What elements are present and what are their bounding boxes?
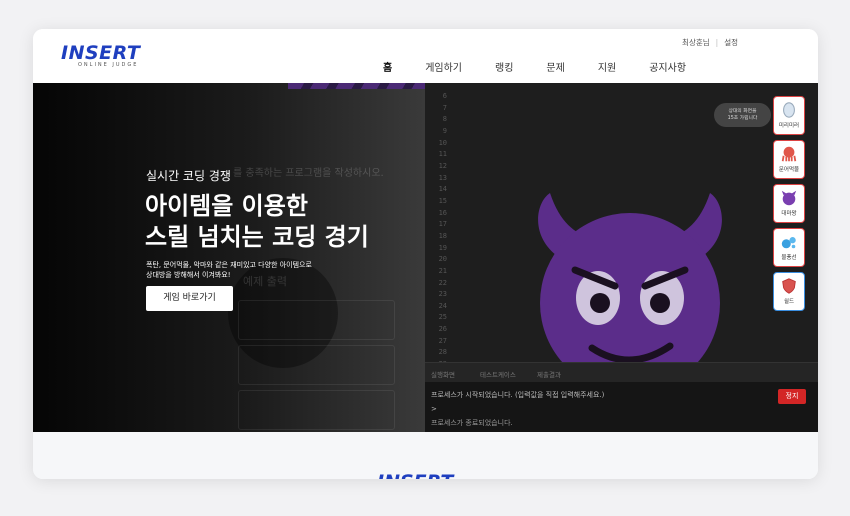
line-numbers: 6 7 8 9 10 11 12 13 14 15 16 17 18 19 20 21 22 23 24 25 26 27… — [425, 91, 447, 371]
line-number: 26 — [438, 325, 447, 334]
hero-title: 아이템을 이용한 스릴 넘치는 코딩 경기 — [145, 191, 369, 253]
nav-home[interactable]: 홈 — [383, 59, 392, 74]
line-number: 21 — [438, 266, 447, 275]
nav-problems[interactable]: 문제 — [546, 59, 564, 74]
tooltip-line: 15초 가립니다 — [727, 116, 758, 121]
browser-card: INSERT ONLINE JUDGE 최상훈님 | 설정 홈 게임하기 랭킹 … — [33, 29, 818, 479]
item-devil[interactable]: 대마왕 — [773, 184, 805, 223]
console-line: 프로세스가 시작되었습니다. (입력값을 직접 입력해주세요.) — [431, 391, 605, 399]
item-water-balloon[interactable]: 물풍선 — [773, 228, 805, 267]
line-number: 27 — [438, 336, 447, 345]
line-number: 13 — [438, 173, 447, 182]
hero-banner: 를 충족하는 프로그램을 작성하시오. 예제 출력 6 7 8 9 10 11 12 13 14… — [33, 83, 818, 432]
line-number: 22 — [438, 278, 447, 287]
devil-icon — [781, 190, 797, 206]
nav-support[interactable]: 지원 — [598, 59, 616, 74]
item-label: 물풍선 — [781, 255, 797, 261]
line-number: 16 — [438, 208, 447, 217]
main-nav: 홈 게임하기 랭킹 문제 지원 공지사항 — [383, 59, 686, 74]
hero-desc-line: 상대방을 방해해서 이겨봐요! — [146, 271, 231, 279]
bottom-logo: INSERT — [377, 471, 453, 479]
hero-desc-line: 폭탄, 문어먹물, 악마와 같은 재미있고 다양한 아이템으로 — [146, 261, 312, 269]
site-header: INSERT ONLINE JUDGE 최상훈님 | 설정 홈 게임하기 랭킹 … — [33, 29, 818, 83]
item-mirror[interactable]: 미리미러 — [773, 96, 805, 135]
bottom-section: INSERT — [33, 432, 818, 479]
site-logo[interactable]: INSERT — [61, 42, 140, 64]
stop-button[interactable]: 정지 — [778, 389, 806, 404]
background-box — [238, 300, 395, 340]
logo-subtitle: ONLINE JUDGE — [78, 62, 139, 68]
nav-ranking[interactable]: 랭킹 — [495, 59, 513, 74]
line-number: 8 — [442, 115, 447, 124]
item-label: 문어먹물 — [778, 167, 800, 173]
play-game-button[interactable]: 게임 바로가기 — [146, 286, 233, 311]
line-number: 15 — [438, 196, 447, 205]
console-output: 프로세스가 시작되었습니다. (입력값을 직접 입력해주세요.) > 프로세스가… — [425, 382, 818, 432]
shield-icon — [782, 278, 796, 294]
tooltip-line: 상대의 화면을 — [728, 109, 757, 114]
hero-description: 폭탄, 문어먹물, 악마와 같은 재미있고 다양한 아이템으로 상대방을 방해해… — [146, 260, 312, 280]
line-number: 25 — [438, 313, 447, 322]
console-prompt: > — [431, 405, 437, 413]
line-number: 28 — [438, 348, 447, 357]
hero-title-line: 스릴 넘치는 코딩 경기 — [145, 223, 369, 251]
hero-title-line: 아이템을 이용한 — [145, 192, 308, 220]
background-problem-text: 를 충족하는 프로그램을 작성하시오. — [233, 168, 384, 179]
editor-panel: 6 7 8 9 10 11 12 13 14 15 16 17 18 19 20 21 22 23 24 25 26 27… — [425, 83, 818, 432]
tab-test-cases[interactable]: 테스트케이스 — [480, 369, 516, 379]
item-shield[interactable]: 쉴드 — [773, 272, 805, 311]
background-box — [238, 390, 395, 430]
item-octopus-ink[interactable]: 문어먹물 — [773, 140, 805, 179]
hero-subtitle: 실시간 코딩 경쟁 — [146, 169, 231, 183]
settings-link[interactable]: 설정 — [724, 37, 738, 48]
nav-play-game[interactable]: 게임하기 — [425, 59, 462, 74]
line-number: 20 — [438, 255, 447, 264]
line-number: 19 — [438, 243, 447, 252]
item-tooltip: 상대의 화면을 15초 가립니다 — [714, 103, 771, 127]
item-label: 쉴드 — [783, 299, 795, 305]
hero-left-panel: 를 충족하는 프로그램을 작성하시오. 예제 출력 — [33, 83, 425, 432]
item-label: 미리미러 — [778, 123, 800, 129]
line-number: 23 — [438, 290, 447, 299]
utility-links: 최상훈님 | 설정 — [682, 37, 738, 48]
tab-run-screen[interactable]: 실행화면 — [431, 369, 455, 379]
mirror-icon — [783, 102, 795, 118]
line-number: 14 — [438, 185, 447, 194]
console-line: 프로세스가 종료되었습니다. — [431, 419, 513, 427]
tab-submit-result[interactable]: 제출결과 — [537, 369, 561, 379]
line-number: 6 — [442, 92, 447, 100]
line-number: 24 — [438, 301, 447, 310]
line-number: 9 — [442, 126, 447, 135]
item-label: 대마왕 — [781, 211, 797, 217]
background-box — [238, 345, 395, 385]
util-divider: | — [715, 38, 719, 47]
line-number: 17 — [438, 220, 447, 229]
line-number: 10 — [438, 138, 447, 147]
octopus-icon — [781, 146, 797, 162]
console-tab-bar: 실행화면 테스트케이스 제출결과 — [425, 362, 818, 383]
line-number: 11 — [438, 150, 447, 159]
line-number: 12 — [438, 161, 447, 170]
line-number: 7 — [442, 103, 447, 112]
line-number: 18 — [438, 231, 447, 240]
user-name-link[interactable]: 최상훈님 — [682, 37, 710, 48]
water-balloon-icon — [781, 237, 796, 249]
nav-notices[interactable]: 공지사항 — [649, 59, 686, 74]
